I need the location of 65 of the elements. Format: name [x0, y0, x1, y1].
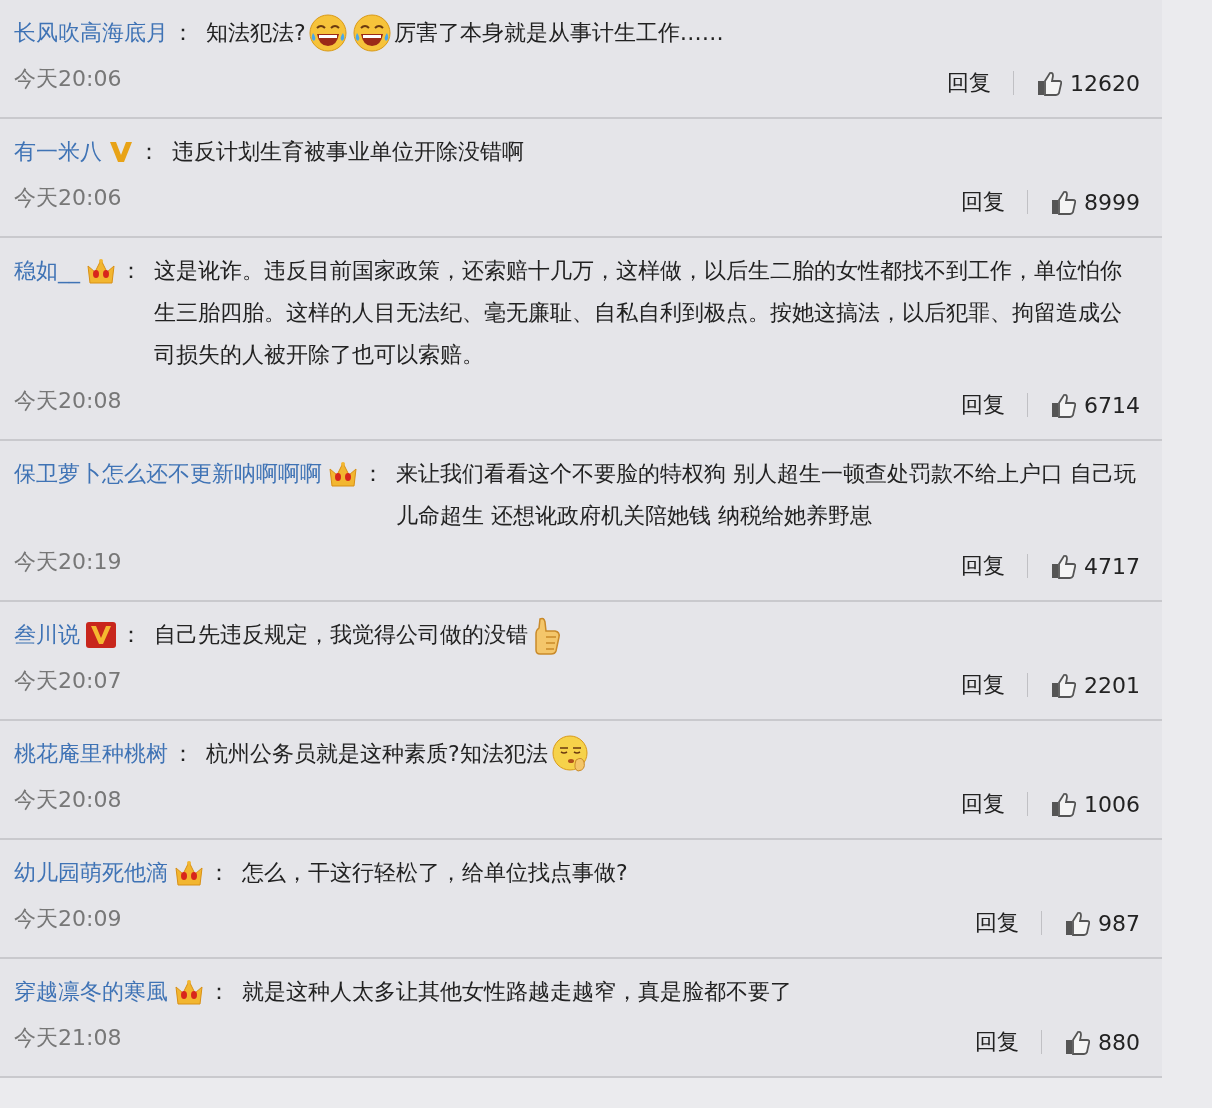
comment-time: 今天20:09	[14, 905, 122, 933]
comment-time: 今天20:06	[14, 184, 122, 212]
comment-text: 自己先违反规定，我觉得公司做的没错	[154, 621, 528, 649]
colon: ：	[172, 740, 194, 768]
like-count: 2201	[1084, 672, 1140, 698]
comment-time: 今天20:19	[14, 548, 122, 576]
reply-link[interactable]: 回复	[961, 789, 1005, 819]
reply-link[interactable]: 回复	[975, 908, 1019, 938]
username-link[interactable]: 保卫萝卜怎么还不更新呐啊啊啊	[14, 453, 322, 495]
thumbs-up-icon[interactable]	[1064, 910, 1090, 936]
thumbs-up-icon[interactable]	[1064, 1029, 1090, 1055]
crown-icon	[86, 257, 116, 285]
comment-time: 今天20:07	[14, 667, 122, 695]
comment-time: 今天20:08	[14, 786, 122, 814]
reply-link[interactable]: 回复	[961, 390, 1005, 420]
reply-link[interactable]: 回复	[961, 670, 1005, 700]
username-link[interactable]: 有一米八	[14, 131, 102, 173]
comment-text: 这是讹诈。违反目前国家政策，还索赔十几万，这样做，以后生二胎的女性都找不到工作，单位怕你生三胎四胎。这样的人目无法纪、毫无廉耻、自私自利到极点。按她这搞法，以后犯罪、拘留造成公司损失的人被开除了也可以索赔。	[154, 257, 1123, 369]
username-link[interactable]: 叁川说	[14, 614, 80, 656]
colon: ：	[208, 859, 230, 887]
thumbs-up-icon[interactable]	[1050, 553, 1076, 579]
like-count: 6714	[1084, 392, 1140, 418]
like-count: 4717	[1084, 553, 1140, 579]
crown-icon	[174, 978, 204, 1006]
like-count: 12620	[1070, 70, 1140, 96]
reply-link[interactable]: 回复	[961, 551, 1005, 581]
colon: ：	[172, 19, 194, 47]
comment-time: 今天20:08	[14, 387, 122, 415]
username-link[interactable]: 幼儿园萌死他滴	[14, 852, 168, 894]
crown-icon	[328, 460, 358, 488]
comment-text: 杭州公务员就是这种素质?知法犯法	[206, 740, 548, 768]
comment-text: 就是这种人太多让其他女性路越走越窄，真是脸都不要了	[242, 978, 792, 1006]
comment-text: 来让我们看看这个不要脸的特权狗 别人超生一顿查处罚款不给上户口 自己玩儿命超生 还想讹政府机关陪她钱 纳税给她养野崽	[396, 460, 1137, 530]
thumbs-up-icon[interactable]	[1050, 392, 1076, 418]
crown-icon	[174, 859, 204, 887]
thumbs-up-icon[interactable]	[1050, 791, 1076, 817]
thumbs-up-icon[interactable]	[1036, 70, 1062, 96]
colon: ：	[120, 621, 142, 649]
like-count: 1006	[1084, 791, 1140, 817]
v-badge-icon	[108, 139, 134, 165]
colon: ：	[138, 138, 160, 166]
username-link[interactable]: 长风吹高海底月	[14, 12, 168, 54]
laughing-emoji-icon	[351, 13, 392, 53]
reply-link[interactable]: 回复	[947, 68, 991, 98]
username-link[interactable]: 穿越凛冬的寒風	[14, 971, 168, 1013]
laughing-emoji-icon	[307, 13, 348, 53]
username-link[interactable]: 桃花庵里种桃树	[14, 733, 168, 775]
thumbs-up-icon[interactable]	[1050, 189, 1076, 215]
comment-text: 违反计划生育被事业单位开除没错啊	[172, 138, 524, 166]
v-badge-icon	[86, 622, 116, 648]
like-count: 987	[1098, 910, 1140, 936]
username-link[interactable]: 稳如__	[14, 250, 80, 292]
comment-text: 厉害了本身就是从事计生工作……	[393, 19, 724, 47]
comment-text: 知法犯法?	[206, 19, 306, 47]
like-count: 880	[1098, 1029, 1140, 1055]
reply-link[interactable]: 回复	[961, 187, 1005, 217]
comment-time: 今天20:06	[14, 65, 122, 93]
reply-link[interactable]: 回复	[975, 1027, 1019, 1057]
thumbs-up-icon[interactable]	[1050, 672, 1076, 698]
colon: ：	[208, 978, 230, 1006]
colon: ：	[362, 460, 384, 488]
like-count: 8999	[1084, 189, 1140, 215]
comment-time: 今天21:08	[14, 1024, 122, 1052]
colon: ：	[120, 257, 142, 285]
comment-text: 怎么，干这行轻松了，给单位找点事做?	[242, 859, 628, 887]
